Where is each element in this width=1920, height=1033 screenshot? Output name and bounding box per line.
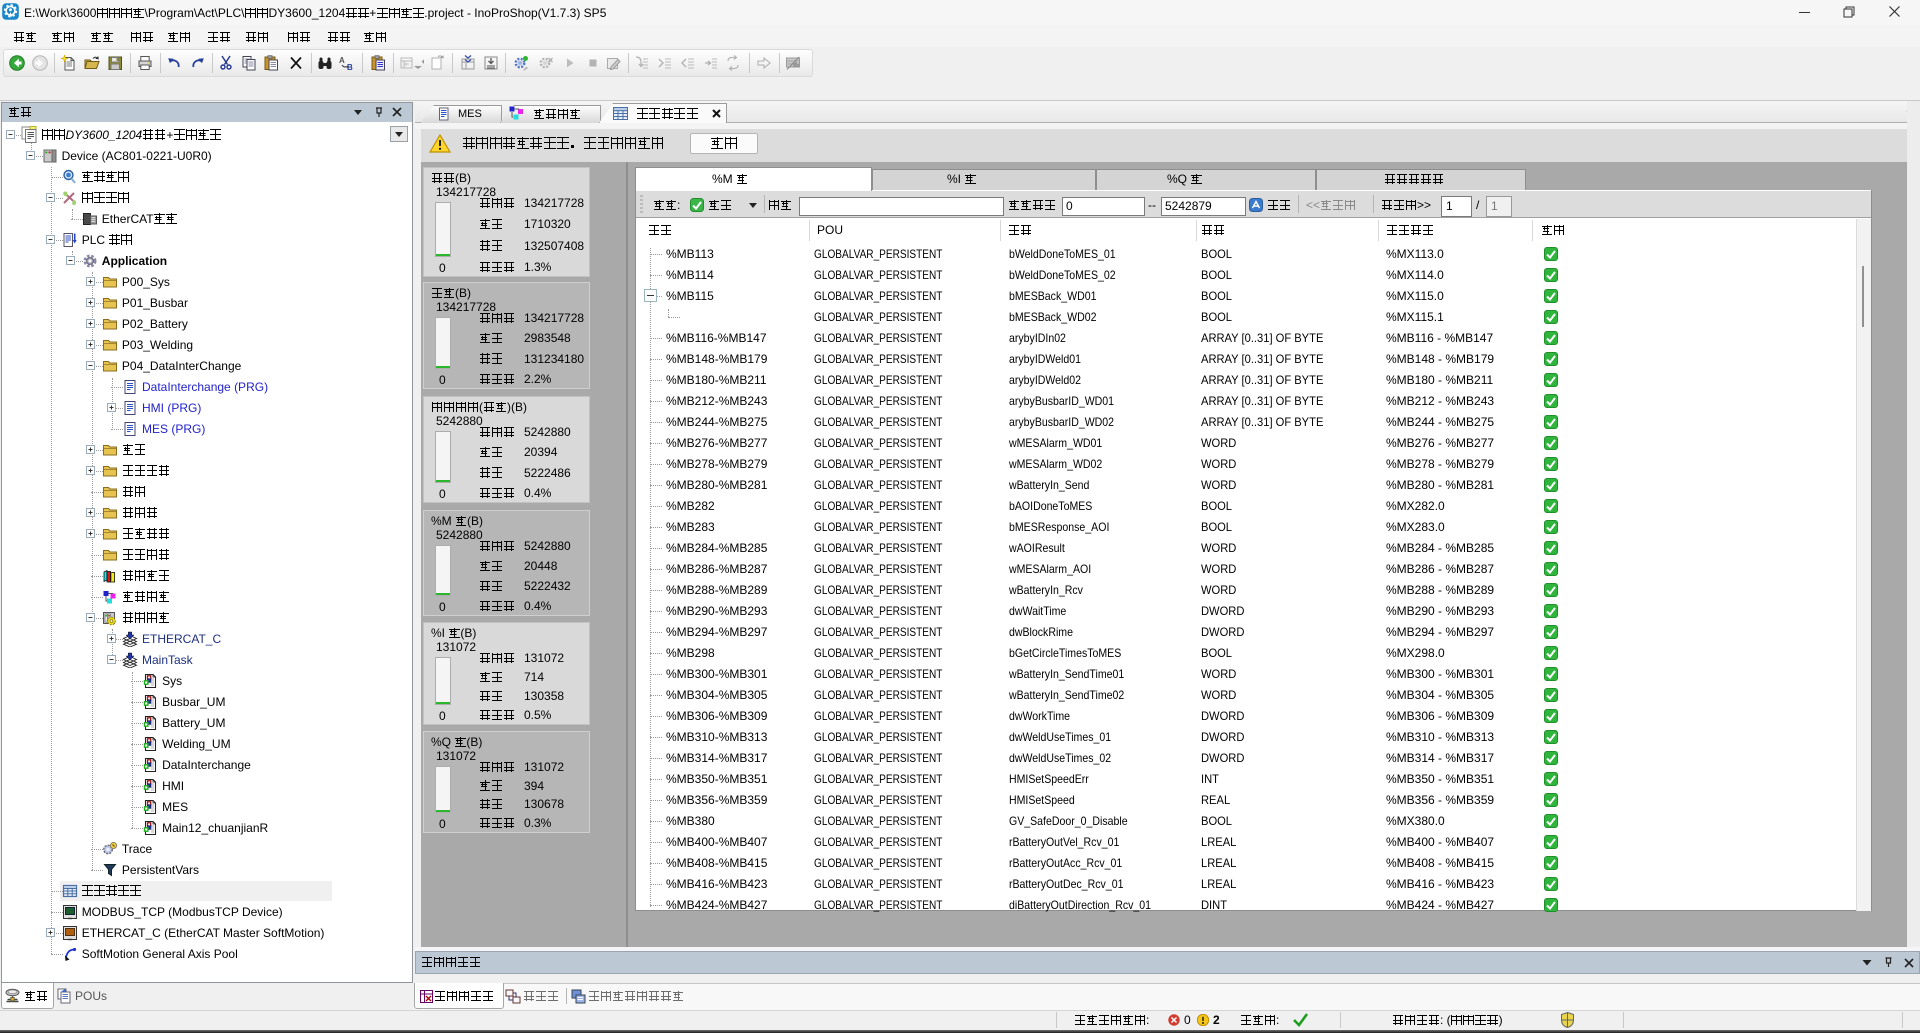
svg-text:A: A (339, 56, 345, 65)
